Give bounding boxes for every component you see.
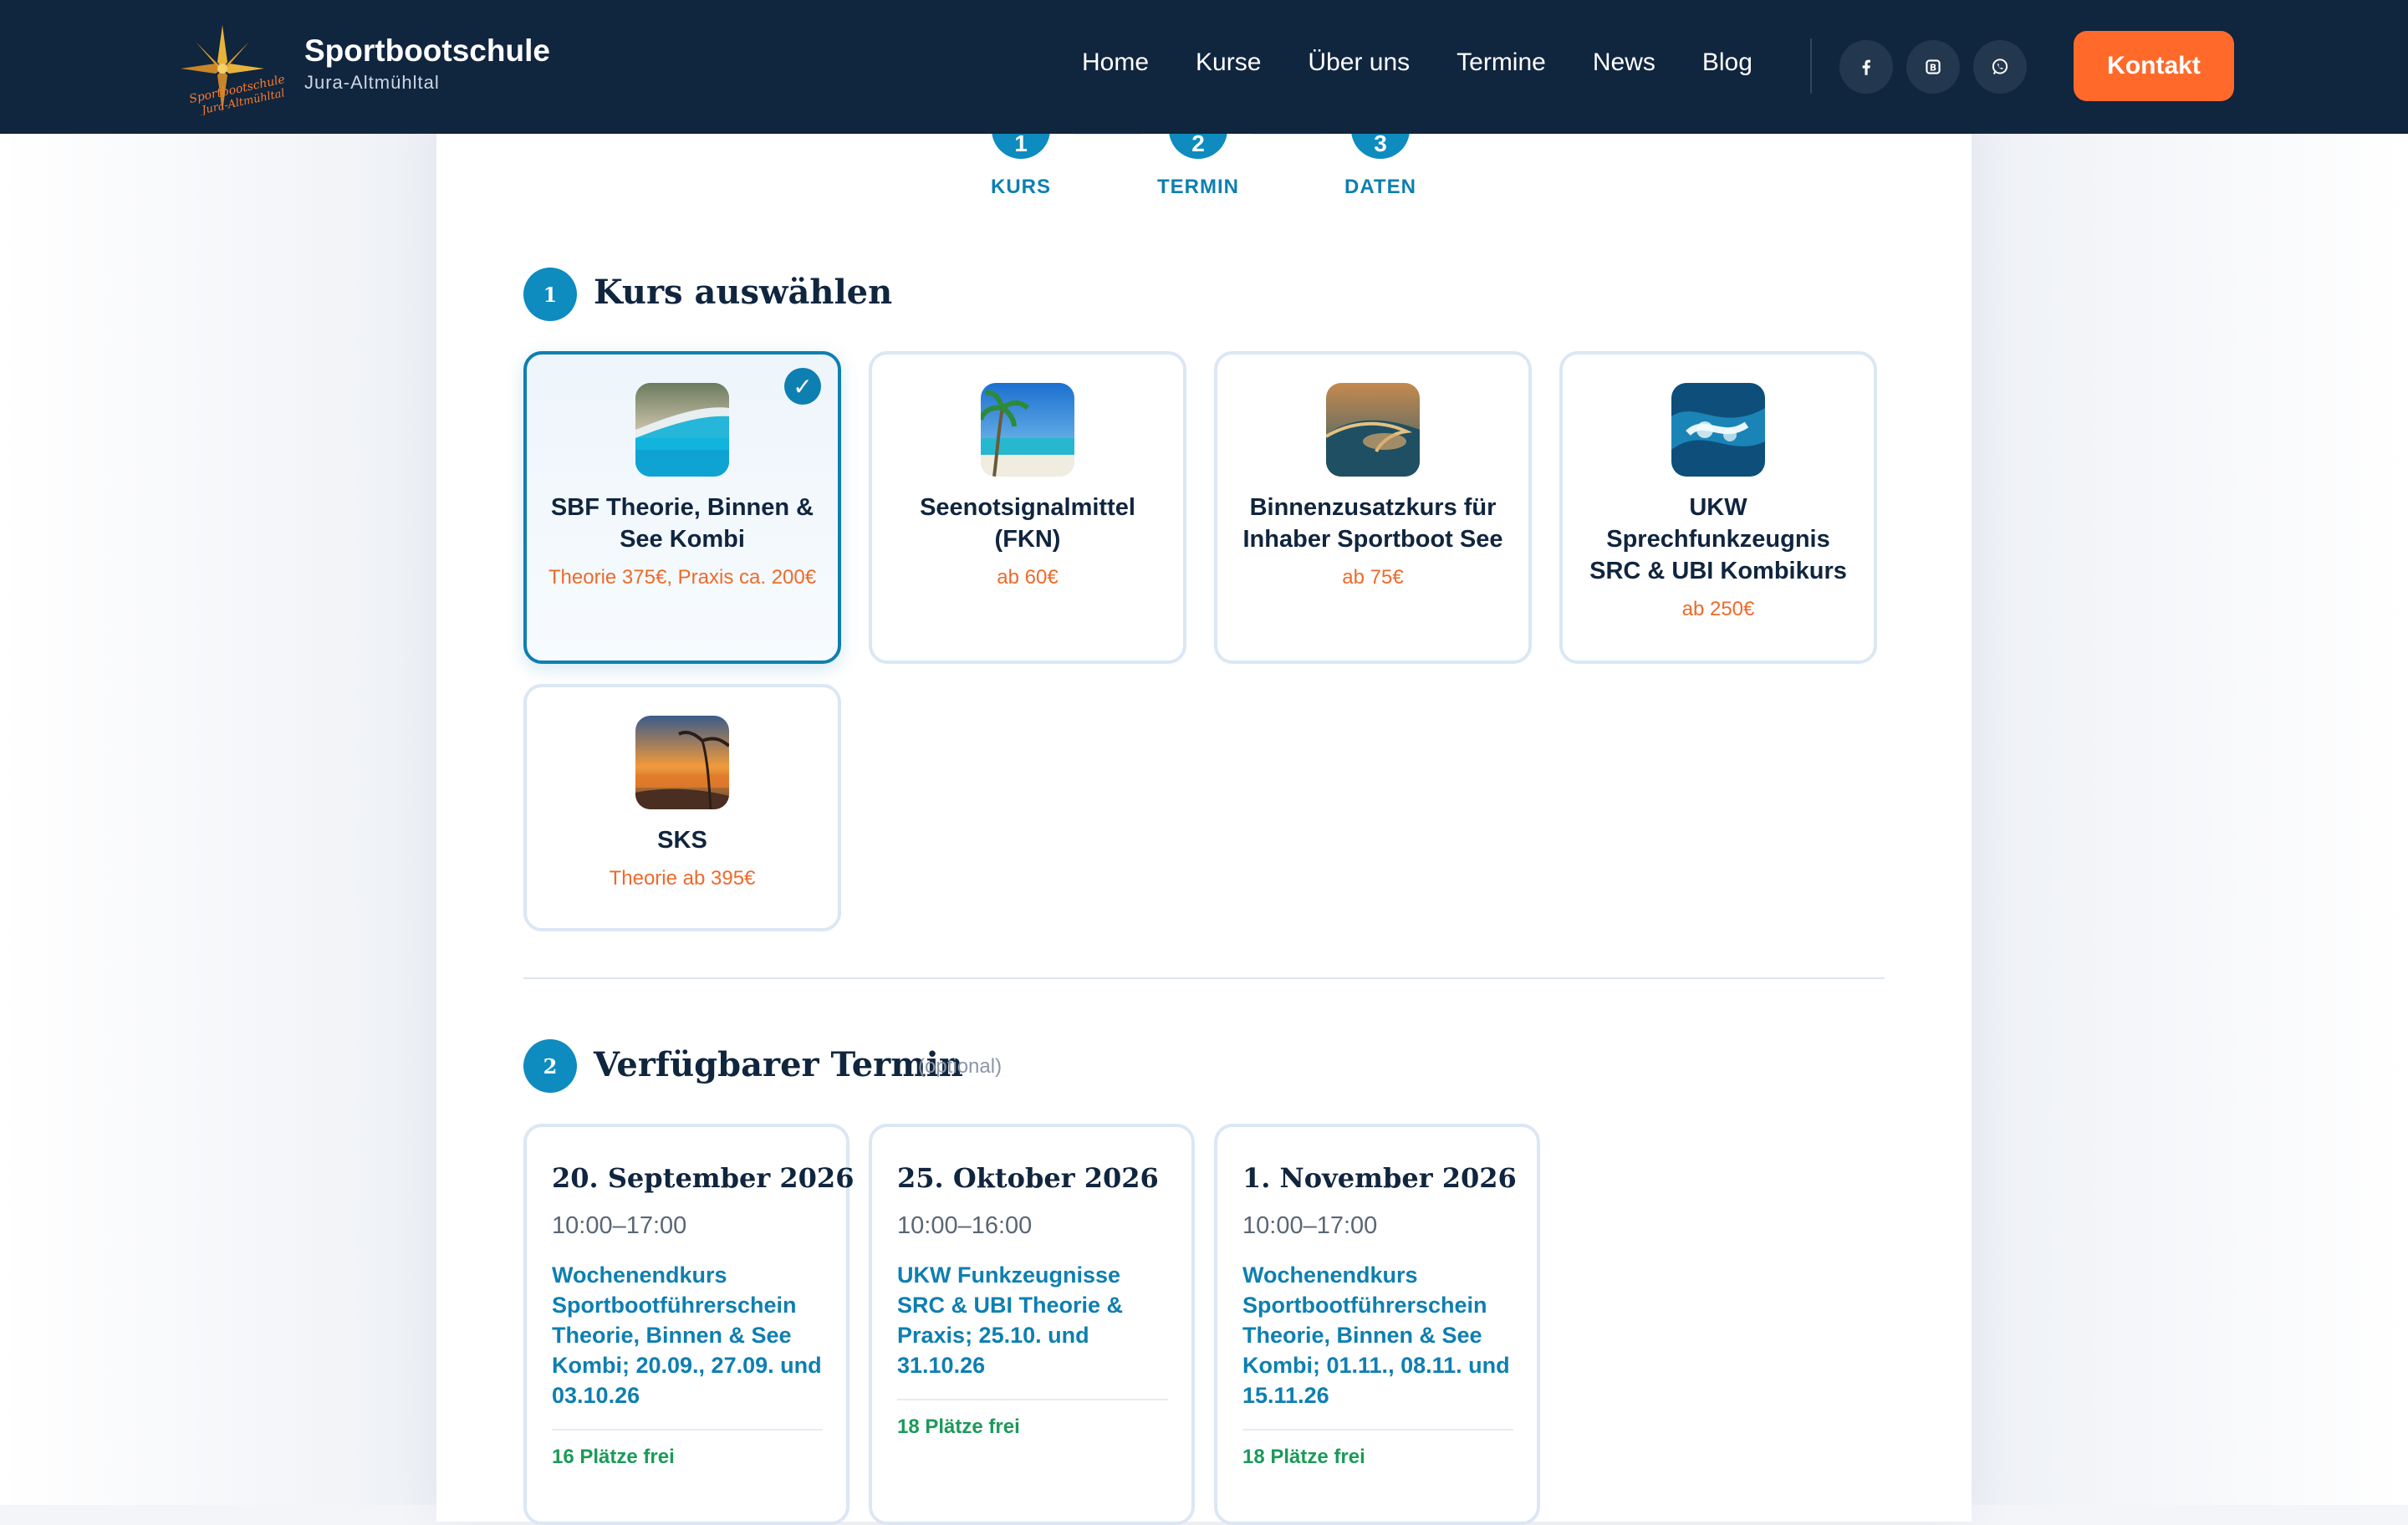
course-price: ab 250€ [1681,598,1755,620]
course-image-ocean-wave [1671,383,1765,477]
seats-available: 18 Plätze frei [897,1415,1020,1438]
whatsapp-button[interactable] [1973,40,2027,94]
check-icon: ✓ [784,368,821,405]
date-time: 10:00–17:00 [552,1212,687,1239]
nav-blog[interactable]: Blog [1702,48,1752,77]
section-1-number: 1 [523,268,577,321]
course-price: ab 60€ [997,566,1059,589]
date-card[interactable]: 1. November 2026 10:00–17:00 Wochenendku… [1214,1124,1540,1525]
course-image-palm-beach [981,383,1074,477]
date-time: 10:00–17:00 [1242,1212,1378,1239]
step-label-termin: TERMIN [1157,176,1239,198]
booking-button[interactable]: B [1906,40,1960,94]
nav-home[interactable]: Home [1082,48,1149,77]
whatsapp-icon [1992,59,2008,74]
brand-title[interactable]: Sportbootschule [304,33,550,69]
kontakt-button[interactable]: Kontakt [2074,31,2234,101]
step-label-kurs: KURS [990,176,1051,198]
date-time: 10:00–16:00 [897,1212,1033,1239]
site-header: Sportbootschule Jura-Altmühltal Sportboo… [0,0,2408,134]
step-label-daten: DATEN [1344,176,1416,198]
date-description: UKW Funkzeugnisse SRC & UBI Theorie & Pr… [897,1262,1124,1378]
section-2-title: Verfügbarer Termin [594,1045,963,1084]
course-card-fkn[interactable]: Seenotsignalmittel (FKN) ab 60€ [869,351,1186,664]
course-price: Theorie 375€, Praxis ca. 200€ [548,566,817,589]
date-title: 20. September 2026 [552,1162,855,1194]
date-card[interactable]: 25. Oktober 2026 10:00–16:00 UKW Funkzeu… [869,1124,1195,1525]
facebook-button[interactable] [1839,40,1893,94]
course-price: ab 75€ [1342,566,1404,589]
main-nav: Home Kurse Über uns Termine News Blog [1082,48,1799,77]
facebook-icon [1862,59,1870,75]
date-divider [1242,1429,1513,1431]
logo[interactable]: Sportbootschule Jura-Altmühltal [176,18,286,118]
course-card-ukw[interactable]: UKW Sprechfunkzeugnis SRC & UBI Kombikur… [1559,351,1877,664]
course-title: SKS [657,827,707,854]
svg-text:B: B [1930,62,1936,73]
course-image-beach [635,383,729,477]
date-card[interactable]: 20. September 2026 10:00–17:00 Wochenend… [523,1124,855,1525]
date-description: Wochenendkurs Sportbootführerschein Theo… [1242,1262,1510,1408]
date-description: Wochenendkurs Sportbootführerschein Theo… [552,1262,822,1408]
course-image-wave-sunset [1326,383,1420,477]
nav-news[interactable]: News [1593,48,1656,77]
nav-ueber-uns[interactable]: Über uns [1308,48,1410,77]
course-title: Seenotsignalmittel (FKN) [920,494,1135,553]
booking-icon: B [1926,59,1941,74]
course-title: UKW Sprechfunkzeugnis SRC & UBI Kombikur… [1589,494,1847,584]
seats-available: 16 Plätze frei [552,1446,675,1468]
course-card-binnenzusatz[interactable]: Binnenzusatzkurs für Inhaber Sportboot S… [1214,351,1532,664]
course-title: Binnenzusatzkurs für Inhaber Sportboot S… [1242,494,1503,553]
compass-logo-icon: Sportbootschule Jura-Altmühltal [181,25,286,118]
optional-hint: (optional) [918,1055,1002,1078]
date-divider [897,1399,1168,1400]
course-card-sbf[interactable]: ✓ SBF Theorie, Binnen & See Kombi Theori… [523,351,841,664]
seats-available: 18 Plätze frei [1242,1446,1365,1468]
section-1-title: Kurs auswählen [594,273,893,312]
course-card-sks[interactable]: SKS Theorie ab 395€ [523,684,841,931]
date-title: 1. November 2026 [1242,1162,1517,1194]
course-title: SBF Theorie, Binnen & See Kombi [550,494,814,553]
nav-kurse[interactable]: Kurse [1196,48,1261,77]
brand-subtitle: Jura-Altmühltal [304,72,440,93]
section-2-number: 2 [523,1039,577,1093]
course-image-sunset-beach [635,716,729,809]
date-divider [552,1429,823,1431]
nav-termine[interactable]: Termine [1457,48,1546,77]
nav-divider [1810,38,1812,94]
date-title: 25. Oktober 2026 [897,1162,1159,1194]
section-divider [523,977,1885,979]
course-price: Theorie ab 395€ [609,867,756,890]
